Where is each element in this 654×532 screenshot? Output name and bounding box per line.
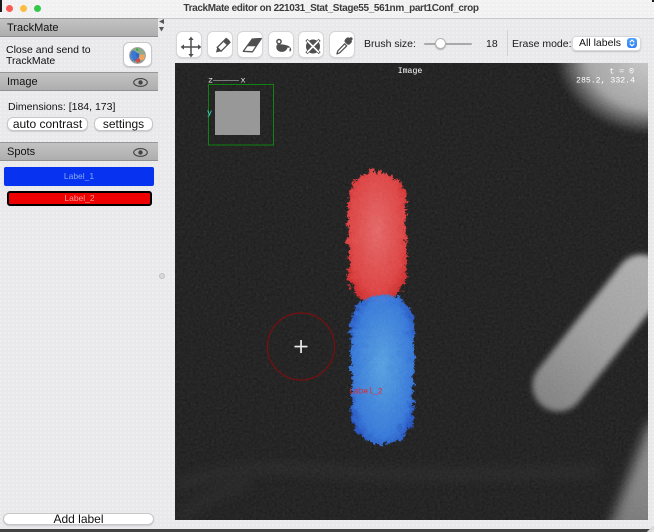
svg-text:x: x — [241, 76, 246, 86]
svg-text:Image: Image — [398, 67, 423, 76]
svg-text:z: z — [208, 76, 213, 86]
svg-text:y: y — [207, 108, 212, 118]
svg-text:t = 0: t = 0 — [609, 68, 634, 77]
svg-text:Label_2: Label_2 — [349, 388, 383, 397]
svg-text:285.2, 332.4: 285.2, 332.4 — [576, 77, 635, 86]
